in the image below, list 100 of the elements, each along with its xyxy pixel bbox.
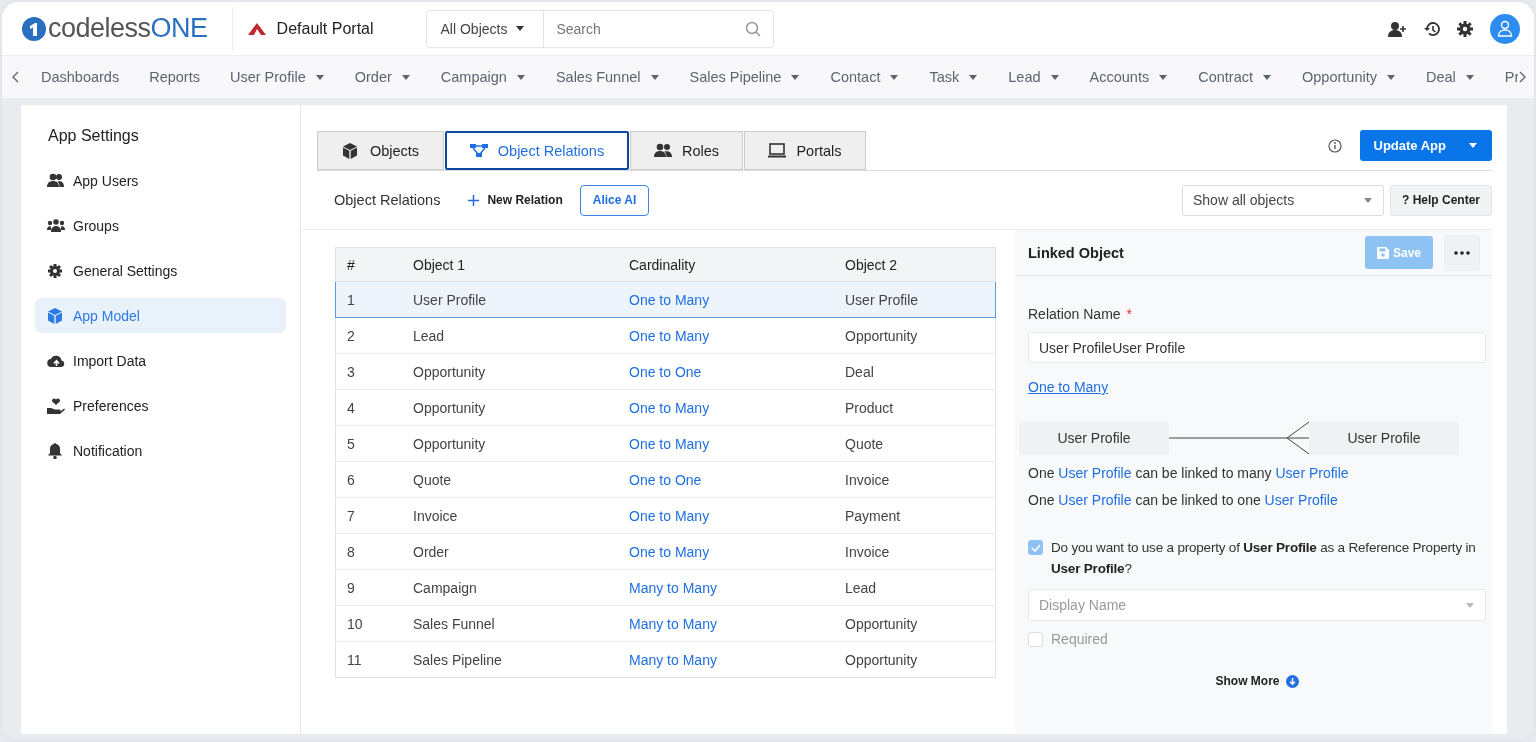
- required-mark: *: [1126, 306, 1133, 322]
- table-row[interactable]: 3 Opportunity One to One Deal: [335, 353, 996, 390]
- cardinality-link[interactable]: Many to Many: [629, 579, 717, 596]
- cardinality-link[interactable]: One to One: [629, 471, 702, 488]
- table-cell: 1: [347, 291, 355, 308]
- table-cell: Invoice: [413, 507, 458, 524]
- cardinality-link[interactable]: One to Many: [629, 399, 710, 416]
- portal-name[interactable]: Default Portal: [276, 19, 374, 38]
- cardinality-link[interactable]: One to Many: [1028, 379, 1109, 395]
- nav-item[interactable]: Dashboards: [41, 69, 120, 85]
- nav-item[interactable]: Deal: [1425, 69, 1475, 85]
- nav-item[interactable]: Campaign: [440, 69, 526, 85]
- user-icon: [1497, 20, 1513, 37]
- nav-item[interactable]: Contact: [830, 69, 900, 85]
- checkbox[interactable]: [1028, 540, 1043, 555]
- logo[interactable]: codelessONE: [22, 13, 208, 44]
- caret-icon: [1158, 73, 1169, 81]
- filter-dropdown[interactable]: Show all objects: [1182, 184, 1384, 216]
- sidebar-item[interactable]: Notification: [35, 433, 286, 468]
- show-more-button[interactable]: Show More: [1215, 674, 1299, 688]
- relation-name-field[interactable]: User ProfileUser Profile: [1028, 332, 1486, 363]
- nav-item[interactable]: Task: [929, 69, 979, 85]
- cardinality-link[interactable]: One to Many: [629, 435, 710, 452]
- sidebar-item[interactable]: General Settings: [35, 253, 286, 288]
- alice-ai-button[interactable]: Alice AI: [579, 184, 650, 216]
- table-row[interactable]: 10 Sales Funnel Many to Many Opportunity: [335, 605, 996, 642]
- checkbox[interactable]: [1028, 631, 1043, 647]
- table-cell: 5: [347, 435, 355, 452]
- table-row[interactable]: 5 Opportunity One to Many Quote: [335, 425, 996, 462]
- sidebar-item[interactable]: Preferences: [35, 388, 286, 423]
- table-cell: Opportunity: [845, 327, 918, 344]
- arrow-down-icon: [1285, 674, 1299, 688]
- nav-item[interactable]: Reports: [149, 69, 200, 85]
- table-cell: 8: [347, 543, 355, 560]
- hierarchy-icon: [469, 142, 488, 159]
- history-icon[interactable]: [1424, 20, 1440, 37]
- caret-icon: [1464, 73, 1475, 81]
- table-row[interactable]: 7 Invoice One to Many Payment: [335, 497, 996, 534]
- caret-icon: [968, 73, 979, 81]
- column-header: Object 2: [834, 247, 996, 282]
- table-cell: Lead: [845, 579, 877, 596]
- table-row[interactable]: 6 Quote One to One Invoice: [335, 461, 996, 498]
- sidebar-item[interactable]: App Model: [35, 298, 286, 333]
- cardinality-link[interactable]: Many to Many: [629, 651, 717, 668]
- sidebar-item[interactable]: App Users: [35, 163, 286, 198]
- table-cell: 10: [347, 615, 363, 632]
- table-cell: Invoice: [845, 543, 890, 560]
- caret-icon: [1465, 601, 1475, 609]
- scroll-right-icon[interactable]: [1518, 71, 1526, 83]
- new-relation-button[interactable]: New Relation: [460, 193, 571, 207]
- table-cell: Opportunity: [413, 435, 486, 452]
- nav-item[interactable]: User Profile: [229, 69, 325, 85]
- logo-icon: [22, 16, 46, 41]
- nav-item[interactable]: Contract: [1198, 69, 1272, 85]
- table-row[interactable]: 4 Opportunity One to Many Product: [335, 389, 996, 426]
- search-icon: [744, 20, 761, 37]
- table-row[interactable]: 1 User Profile One to Many User Profile: [335, 281, 996, 318]
- table-cell: 6: [347, 471, 355, 488]
- update-app-button[interactable]: Update App: [1359, 130, 1492, 161]
- cardinality-link[interactable]: Many to Many: [629, 615, 717, 632]
- sidebar-item[interactable]: Import Data: [35, 343, 286, 378]
- nav-item[interactable]: Lead: [1008, 69, 1060, 85]
- cardinality-link[interactable]: One to One: [629, 363, 702, 380]
- users-icon: [47, 172, 65, 189]
- caret-icon: [515, 25, 526, 32]
- scope-dropdown[interactable]: All Objects: [426, 10, 545, 47]
- scroll-left-icon[interactable]: [12, 71, 20, 83]
- search-field[interactable]: Search: [544, 20, 745, 37]
- tab[interactable]: Object Relations: [445, 131, 629, 170]
- cardinality-link[interactable]: One to Many: [629, 543, 710, 560]
- gear-icon: [47, 262, 65, 279]
- table-row[interactable]: 11 Sales Pipeline Many to Many Opportunity: [335, 641, 996, 678]
- help-center-button[interactable]: ? Help Center: [1390, 184, 1492, 216]
- sidebar-item[interactable]: Groups: [35, 208, 286, 243]
- table-row[interactable]: 8 Order One to Many Invoice: [335, 533, 996, 570]
- table-cell: 4: [347, 399, 355, 416]
- cardinality-link[interactable]: One to Many: [629, 291, 710, 308]
- nav-item[interactable]: Opportunity: [1302, 69, 1396, 85]
- info-icon: [1327, 138, 1342, 153]
- nav-item[interactable]: Order: [354, 69, 411, 85]
- nav-item[interactable]: Sales Funnel: [555, 69, 660, 85]
- column-header: #: [335, 247, 402, 282]
- table-cell: Lead: [413, 327, 445, 344]
- add-user-icon[interactable]: [1388, 20, 1407, 37]
- more-button[interactable]: [1444, 234, 1480, 271]
- table-cell: Opportunity: [413, 399, 486, 416]
- table-row[interactable]: 2 Lead One to Many Opportunity: [335, 317, 996, 354]
- cardinality-link[interactable]: One to Many: [629, 327, 710, 344]
- avatar[interactable]: [1490, 13, 1520, 44]
- nav-item[interactable]: Sales Pipeline: [689, 69, 801, 85]
- cardinality-link[interactable]: One to Many: [629, 507, 710, 524]
- tab[interactable]: Portals: [744, 131, 866, 170]
- caret-icon: [1468, 142, 1478, 149]
- relation-sentence: One User Profile can be linked to many User Profile: [1028, 464, 1350, 482]
- tab[interactable]: Roles: [630, 131, 743, 170]
- table-row[interactable]: 9 Campaign Many to Many Lead: [335, 569, 996, 606]
- table-cell: 2: [347, 327, 355, 344]
- nav-item[interactable]: Accounts: [1089, 69, 1169, 85]
- settings-icon[interactable]: [1457, 20, 1473, 37]
- tab[interactable]: Objects: [317, 131, 444, 170]
